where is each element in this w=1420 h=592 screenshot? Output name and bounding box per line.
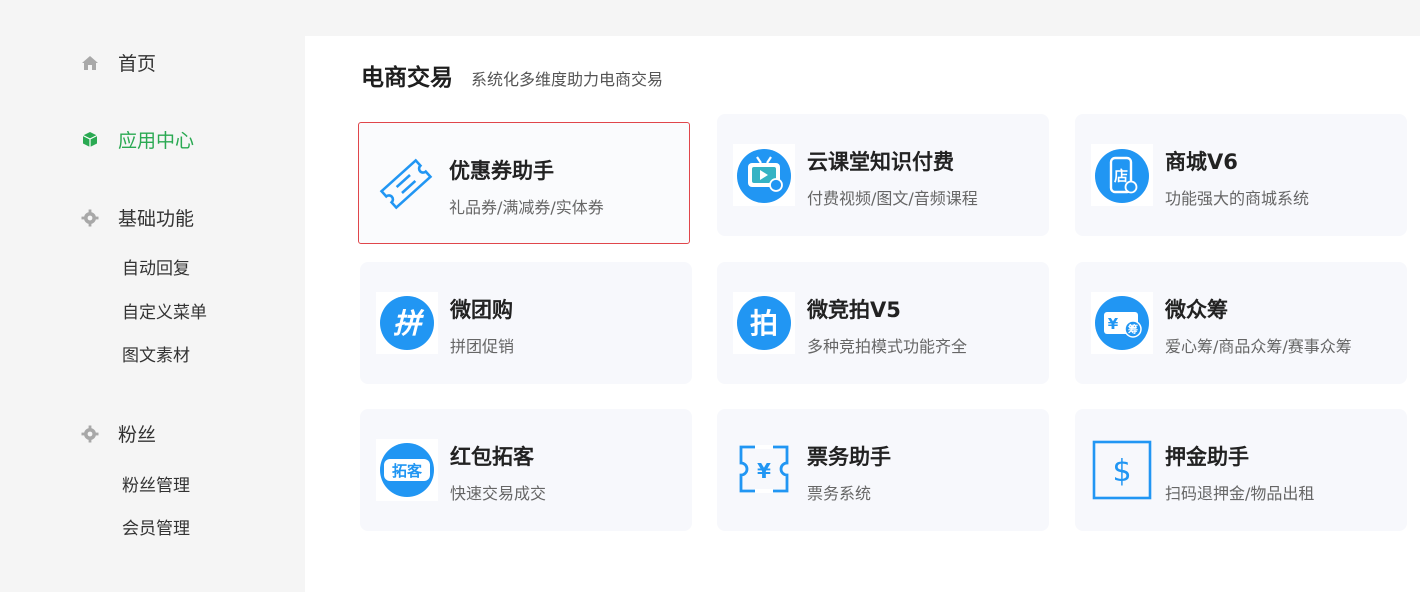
main-panel: 电商交易 系统化多维度助力电商交易 优惠券助手 礼品券/满减券/实体券 云课堂知… xyxy=(305,36,1420,592)
deposit-icon: $ xyxy=(1091,439,1153,501)
app-card-name: 押金助手 xyxy=(1165,445,1249,469)
red-packet-icon: 拓客 xyxy=(376,439,438,501)
sidebar-subitem-fan-management[interactable]: 粉丝管理 xyxy=(122,471,190,496)
section-title: 电商交易 xyxy=(361,65,453,91)
app-card-auction[interactable]: 拍 微竞拍V5 多种竞拍模式功能齐全 xyxy=(717,262,1049,384)
app-card-desc: 礼品券/满减券/实体券 xyxy=(449,198,604,217)
app-card-coupon[interactable]: 优惠券助手 礼品券/满减券/实体券 xyxy=(358,122,690,244)
app-card-desc: 扫码退押金/物品出租 xyxy=(1165,484,1315,503)
sidebar-item-label: 粉丝 xyxy=(118,424,157,446)
cube-icon xyxy=(80,130,100,150)
app-card-name: 优惠券助手 xyxy=(449,159,554,183)
app-card-name: 微团购 xyxy=(450,298,513,322)
svg-text:拍: 拍 xyxy=(750,307,778,340)
app-card-desc: 快速交易成交 xyxy=(450,484,547,503)
svg-text:筹: 筹 xyxy=(1128,323,1138,336)
app-card-name: 微众筹 xyxy=(1165,298,1228,322)
ticket-icon: ¥ xyxy=(733,439,795,501)
app-card-name: 商城V6 xyxy=(1165,150,1238,174)
section-subtitle: 系统化多维度助力电商交易 xyxy=(471,70,664,89)
sidebar-subitem-media[interactable]: 图文素材 xyxy=(122,341,190,366)
gear-icon xyxy=(80,208,100,228)
app-card-deposit[interactable]: $ 押金助手 扫码退押金/物品出租 xyxy=(1075,409,1407,531)
auction-icon: 拍 xyxy=(733,292,795,354)
app-card-name: 微竞拍V5 xyxy=(807,298,901,322)
app-card-desc: 爱心筹/商品众筹/赛事众筹 xyxy=(1165,337,1352,356)
app-card-group-buy[interactable]: 拼 微团购 拼团促销 xyxy=(360,262,692,384)
sidebar: 首页 应用中心 基础功能 自动回复 自定义菜单 图文素材 粉丝 粉丝管理 会员管… xyxy=(0,0,305,592)
sidebar-item-label: 基础功能 xyxy=(118,208,195,230)
app-card-cloud-class[interactable]: 云课堂知识付费 付费视频/图文/音频课程 xyxy=(717,114,1049,236)
svg-text:¥: ¥ xyxy=(757,459,771,483)
app-card-name: 云课堂知识付费 xyxy=(807,150,954,174)
sidebar-item-label: 应用中心 xyxy=(118,130,195,152)
svg-text:店: 店 xyxy=(1114,168,1128,185)
sidebar-item-basic[interactable]: 基础功能 xyxy=(80,204,194,231)
app-card-red-packet[interactable]: 拓客 红包拓客 快速交易成交 xyxy=(360,409,692,531)
app-card-desc: 拼团促销 xyxy=(450,337,515,356)
group-buy-icon: 拼 xyxy=(376,292,438,354)
svg-text:$: $ xyxy=(1112,454,1131,489)
svg-text:¥: ¥ xyxy=(1108,315,1119,333)
app-card-name: 票务助手 xyxy=(807,445,891,469)
coupon-icon xyxy=(375,153,437,215)
sidebar-item-home[interactable]: 首页 xyxy=(80,49,156,76)
sidebar-item-app-center[interactable]: 应用中心 xyxy=(80,126,194,153)
app-card-crowdfund[interactable]: ¥ 筹 微众筹 爱心筹/商品众筹/赛事众筹 xyxy=(1075,262,1407,384)
sidebar-subitem-auto-reply[interactable]: 自动回复 xyxy=(122,254,190,279)
app-card-desc: 付费视频/图文/音频课程 xyxy=(807,189,978,208)
sidebar-subitem-custom-menu[interactable]: 自定义菜单 xyxy=(122,298,207,323)
app-card-desc: 票务系统 xyxy=(807,484,872,503)
svg-text:拼: 拼 xyxy=(393,307,425,340)
tv-icon xyxy=(733,144,795,206)
app-card-name: 红包拓客 xyxy=(450,445,534,469)
sidebar-item-label: 首页 xyxy=(118,53,157,75)
app-card-desc: 功能强大的商城系统 xyxy=(1165,189,1310,208)
sidebar-item-fans[interactable]: 粉丝 xyxy=(80,420,156,447)
gear-icon xyxy=(80,424,100,444)
crowdfund-icon: ¥ 筹 xyxy=(1091,292,1153,354)
app-card-desc: 多种竞拍模式功能齐全 xyxy=(807,337,968,356)
sidebar-subitem-member-management[interactable]: 会员管理 xyxy=(122,514,190,539)
svg-text:拓客: 拓客 xyxy=(392,462,423,480)
app-card-ticket[interactable]: ¥ 票务助手 票务系统 xyxy=(717,409,1049,531)
phone-shop-icon: 店 xyxy=(1091,144,1153,206)
section-header: 电商交易 系统化多维度助力电商交易 xyxy=(361,58,663,92)
app-card-mall-v6[interactable]: 店 商城V6 功能强大的商城系统 xyxy=(1075,114,1407,236)
home-icon xyxy=(80,53,100,73)
